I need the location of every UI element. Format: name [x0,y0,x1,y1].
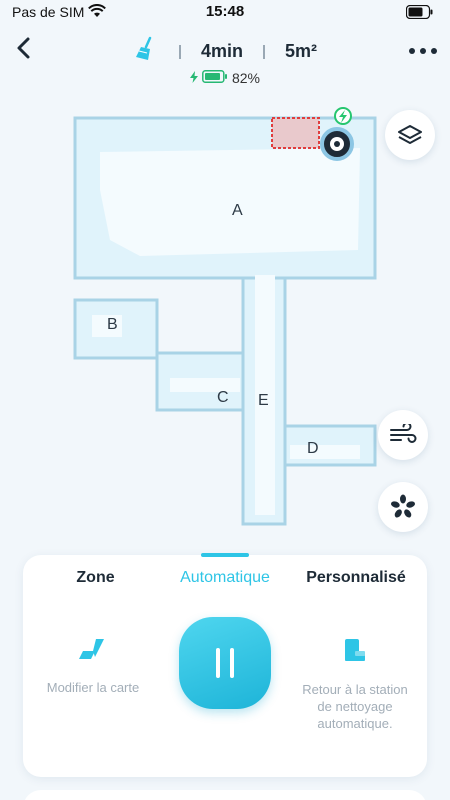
duration-text: 4min [200,41,243,61]
charging-icon [189,70,198,86]
room-label-e[interactable]: E [258,392,269,410]
fan-mode-button[interactable] [378,482,428,532]
area-text: 5m² [285,41,318,61]
edit-map-icon [33,637,153,665]
edit-map-label: Modifier la carte [46,680,140,695]
battery-status-icon [405,4,434,24]
tab-zone[interactable]: Zone [63,569,128,587]
room-label-b[interactable]: B [107,316,118,334]
cleaning-stats: 4min 5m² [0,36,450,67]
header: 4min 5m² 82% [0,30,450,86]
separator [178,44,181,59]
broom-icon [133,36,159,67]
control-panel: Zone Automatique Personnalisé Modifier l… [23,553,427,777]
pause-icon [216,648,234,678]
separator [263,44,265,59]
robot-battery: 82% [0,70,450,86]
more-dots-icon [409,48,437,54]
room-label-d[interactable]: D [307,440,319,458]
edit-map-action[interactable]: Modifier la carte [33,637,153,696]
floor-plan [73,107,377,526]
return-dock-action[interactable]: Retour à la station de nettoyage automat… [295,637,415,732]
map-layers-button[interactable] [385,110,435,160]
return-dock-label: Retour à la station de nettoyage automat… [302,682,408,731]
active-tab-indicator [201,553,249,557]
wind-icon [390,424,417,443]
tab-automatique[interactable]: Automatique [165,569,285,587]
pause-button[interactable] [179,617,271,709]
suction-power-button[interactable] [378,410,428,460]
tab-personnalise[interactable]: Personnalisé [295,569,417,587]
next-card [23,790,427,800]
cleaning-map[interactable]: A B C D E [0,100,450,540]
battery-percent: 82% [231,70,261,86]
battery-icon [202,70,228,86]
room-label-a[interactable]: A [232,202,243,220]
layers-icon [398,125,422,144]
room-label-c[interactable]: C [217,389,229,407]
clock: 15:48 [205,3,245,20]
more-button[interactable] [408,42,438,54]
dock-icon [295,637,415,667]
status-bar: Pas de SIM 15:48 [0,0,450,26]
fan-icon [391,494,415,518]
